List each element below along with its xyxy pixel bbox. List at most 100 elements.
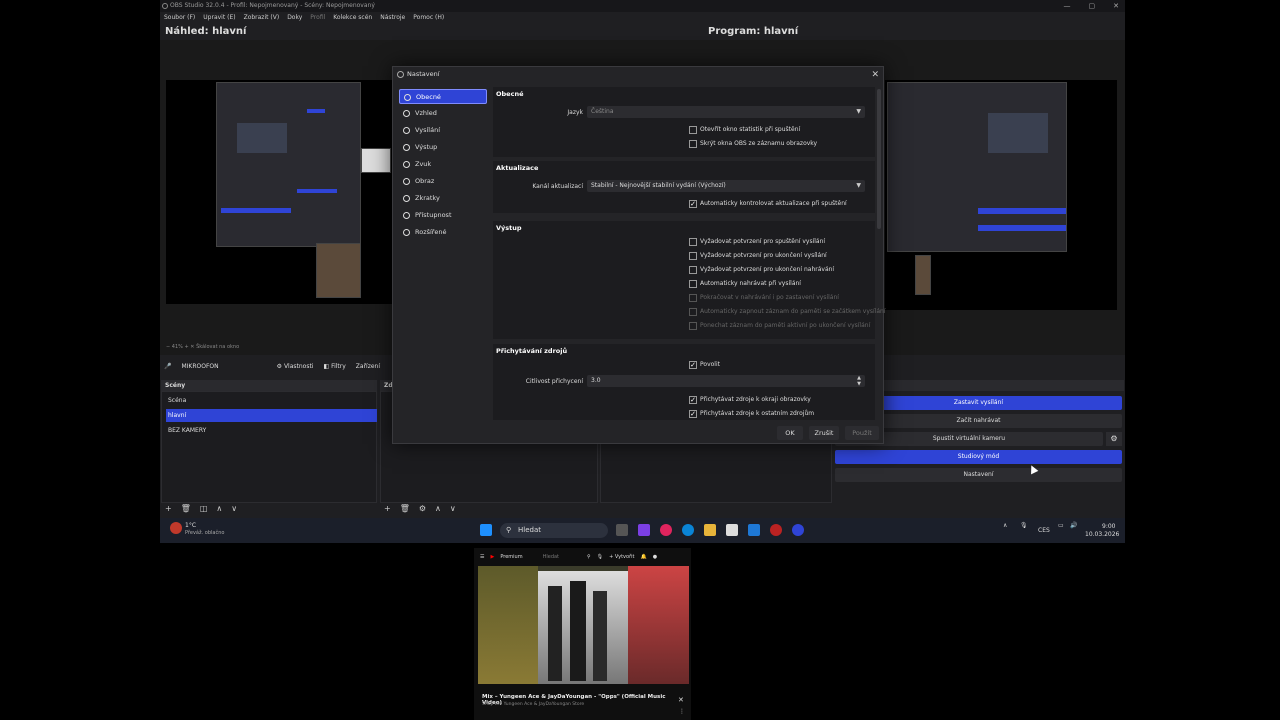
up-icon[interactable]: ∧ [435, 504, 441, 513]
filter-icon[interactable]: ◫ [200, 504, 208, 513]
device-button[interactable]: Zařízení [356, 361, 380, 373]
app-icon[interactable] [660, 524, 672, 536]
settings-button[interactable]: Nastavení [835, 468, 1122, 482]
down-icon[interactable]: ∨ [231, 504, 237, 513]
obs-taskbar-icon[interactable] [792, 524, 804, 536]
snap-sensitivity-spinbox[interactable]: 3.0 ▲ ▼ [587, 375, 865, 387]
nav-video[interactable]: Obraz [399, 174, 487, 189]
yt-notifications-icon[interactable]: 🔔 [640, 554, 646, 560]
nav-hotkeys[interactable]: Zkratky [399, 191, 487, 206]
close-icon[interactable]: ✕ [871, 68, 879, 82]
studio-mode-button[interactable]: Studiový mód [835, 450, 1122, 464]
confirm-stop-stream-checkbox[interactable]: Vyžadovat potvrzení pro ukončení vysílán… [689, 251, 827, 261]
nav-output[interactable]: Výstup [399, 140, 487, 155]
menu-help[interactable]: Pomoc (H) [413, 12, 444, 24]
tray-chevron-icon[interactable]: ∧ [1003, 522, 1007, 529]
virtual-camera-gear-icon[interactable]: ⚙ [1106, 432, 1122, 446]
nav-general[interactable]: Obecné [399, 89, 487, 104]
cancel-button[interactable]: Zrušit [809, 426, 839, 440]
nav-accessibility[interactable]: Přístupnost [399, 208, 487, 223]
scene-item-selected[interactable]: hlavní [166, 409, 377, 422]
nav-stream[interactable]: Vysílání [399, 123, 487, 138]
gear-icon[interactable]: ⚙ [419, 504, 426, 513]
close-icon[interactable]: ✕ [678, 696, 684, 704]
mic-icon: 🎤 [164, 363, 172, 370]
yt-mic-icon[interactable]: 🎙 [597, 554, 603, 560]
menu-bar: Soubor (F) Upravit (E) Zobrazit (V) Doky… [160, 12, 1125, 24]
close-button[interactable]: ✕ [1113, 0, 1119, 12]
more-icon[interactable]: ⋮ [679, 708, 685, 715]
scene-item[interactable]: BEZ KAMERY [166, 424, 377, 437]
maximize-button[interactable]: ▢ [1089, 0, 1096, 12]
avatar[interactable]: ● [653, 554, 657, 560]
ok-button[interactable]: OK [777, 426, 803, 440]
snapping-enable-checkbox[interactable]: ✓ Povolit [689, 360, 720, 370]
edge-icon[interactable] [682, 524, 694, 536]
down-icon[interactable]: ∨ [450, 504, 456, 513]
taskbar-search[interactable]: ⚲ Hledat [500, 523, 608, 538]
yt-search[interactable]: Hledat [543, 554, 559, 560]
confirm-stop-record-checkbox[interactable]: Vyžadovat potvrzení pro ukončení nahrává… [689, 265, 834, 275]
scenes-toolbar: + 🗑 ◫ ∧ ∨ [165, 504, 237, 513]
minimize-button[interactable]: — [1064, 0, 1071, 12]
filters-button[interactable]: ◧ Filtry [324, 361, 346, 373]
nav-advanced[interactable]: Rozšířené [399, 225, 487, 240]
scenes-dock: Scéna hlavní BEZ KAMERY [161, 391, 377, 503]
menu-edit[interactable]: Upravit (E) [203, 12, 235, 24]
trash-icon[interactable]: 🗑 [400, 504, 410, 513]
scene-item[interactable]: Scéna [166, 394, 377, 407]
chrome-icon[interactable] [770, 524, 782, 536]
menu-profile[interactable]: Profil [310, 12, 325, 24]
update-channel-select[interactable]: Stabilní - Nejnovější stabilní vydání (V… [587, 180, 865, 192]
auto-record-checkbox[interactable]: Automaticky nahrávat při vysílání [689, 279, 801, 289]
weather-temp: 1°C [185, 522, 197, 529]
menu-file[interactable]: Soubor (F) [164, 12, 195, 24]
preview-title: Náhled: hlavní [165, 26, 247, 37]
monitor-icon [403, 178, 410, 185]
taskbar: 1°C Převáž. oblačno ⚲ Hledat ∧ 🎙 CES ▭ 🔊… [160, 518, 1125, 543]
confirm-start-stream-checkbox[interactable]: Vyžadovat potvrzení pro spuštění vysílán… [689, 237, 825, 247]
nav-audio[interactable]: Zvuk [399, 157, 487, 172]
hide-from-capture-checkbox[interactable]: Skrýt okna OBS ze záznamu obrazovky [689, 139, 817, 149]
copilot-icon[interactable] [638, 524, 650, 536]
language-indicator[interactable]: CES [1038, 527, 1050, 534]
properties-button[interactable]: ⚙ Vlastnosti [277, 361, 314, 373]
volume-icon[interactable]: 🔊 [1070, 522, 1077, 529]
store-icon[interactable] [726, 524, 738, 536]
up-icon[interactable]: ∧ [216, 504, 222, 513]
updates-section: Aktualizace Kanál aktualizací Stabilní -… [493, 161, 875, 213]
clock-time[interactable]: 9:00 [1102, 523, 1115, 530]
output-icon [403, 144, 410, 151]
program-video [915, 255, 931, 295]
tray-mic-icon[interactable]: 🎙 [1020, 522, 1028, 529]
scale-label[interactable]: Škálovat na okno [196, 344, 239, 350]
nav-appearance[interactable]: Vzhled [399, 106, 487, 121]
menu-icon[interactable]: ☰ [480, 554, 484, 560]
menu-view[interactable]: Zobrazit (V) [244, 12, 280, 24]
yt-create-button[interactable]: + Vytvořit [609, 554, 634, 560]
settings-scrollbar[interactable] [877, 89, 881, 229]
menu-tools[interactable]: Nástroje [380, 12, 405, 24]
auto-update-checkbox[interactable]: ✓ Automaticky kontrolovat aktualizace při… [689, 199, 847, 209]
trash-icon[interactable]: 🗑 [181, 504, 191, 513]
stats-on-start-checkbox[interactable]: Otevřít okno statistik při spuštění [689, 125, 800, 135]
task-view-icon[interactable] [616, 524, 628, 536]
menu-docks[interactable]: Doky [287, 12, 302, 24]
section-title: Výstup [496, 224, 522, 232]
folder-icon[interactable] [704, 524, 716, 536]
replay-buffer-start-checkbox: Automaticky zapnout záznam do paměti se … [689, 307, 886, 317]
mail-icon[interactable] [748, 524, 760, 536]
network-icon[interactable]: ▭ [1058, 522, 1064, 529]
add-icon[interactable]: + [165, 504, 172, 513]
menu-scene-collection[interactable]: Kolekce scén [333, 12, 372, 24]
windows-start-icon[interactable] [480, 524, 492, 536]
snap-screen-edge-checkbox[interactable]: ✓ Přichytávat zdroje k okraji obrazovky [689, 395, 811, 405]
language-select[interactable]: Čeština ▼ [587, 106, 865, 118]
program-canvas [885, 80, 1117, 310]
yt-video[interactable] [478, 566, 689, 684]
clock-date[interactable]: 10.03.2026 [1085, 531, 1119, 538]
snap-other-sources-checkbox[interactable]: ✓ Přichytávat zdroje k ostatním zdrojům [689, 409, 814, 419]
add-icon[interactable]: + [384, 504, 391, 513]
search-icon[interactable]: ⚲ [587, 554, 591, 560]
dialog-title-bar: Nastavení ✕ [393, 67, 883, 81]
